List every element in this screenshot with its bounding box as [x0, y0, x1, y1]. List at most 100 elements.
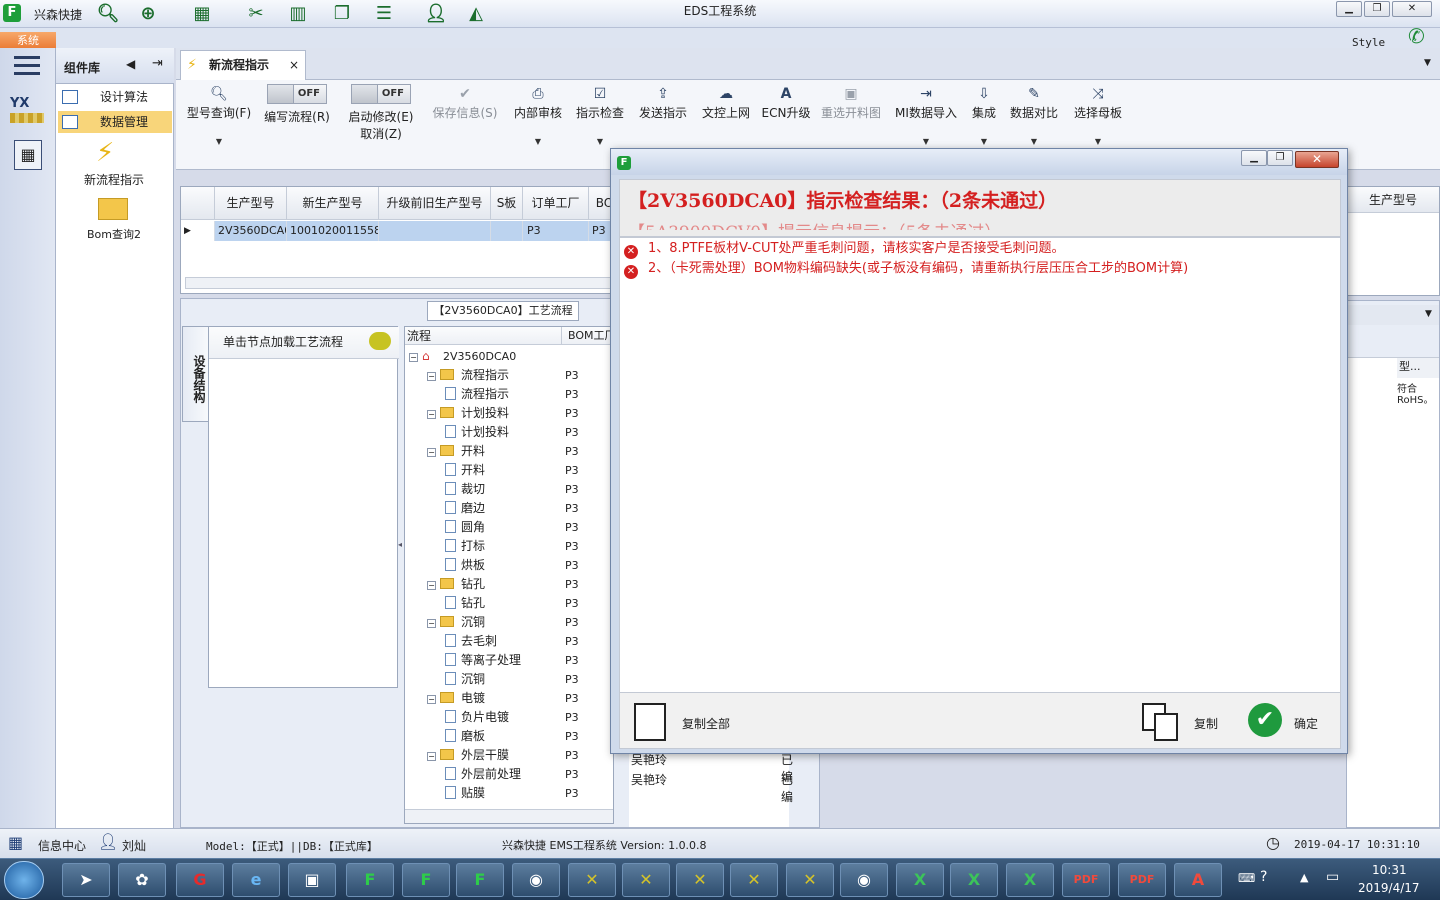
dialog-maximize-button[interactable]: ❐ — [1267, 150, 1293, 166]
ie-icon[interactable]: e — [232, 863, 280, 897]
new-flow-item[interactable]: 新流程指示 — [56, 171, 172, 188]
tree-node[interactable]: − 电镀 P3 — [405, 689, 613, 708]
taskbar-window-icon[interactable]: ✕ — [676, 863, 724, 897]
table-cell[interactable]: 2V3560DCA0 — [215, 221, 287, 241]
calendar-icon[interactable]: ▦ — [14, 140, 42, 170]
chevron-down-icon[interactable]: ▼ — [1425, 309, 1432, 319]
taskbar-window-icon[interactable]: ✕ — [730, 863, 778, 897]
ecn-upgrade-button[interactable]: A ECN升级 — [760, 84, 812, 158]
tabs-dropdown-icon[interactable]: ▼ — [1424, 58, 1431, 68]
tree-column-header[interactable]: BOM工厂 — [561, 327, 613, 345]
pdf-icon[interactable]: PDF — [1118, 863, 1166, 897]
internal-review-button[interactable]: ⎙ 内部审核 ▼ — [508, 84, 568, 158]
tree-node[interactable]: 等离子处理 P3 — [405, 651, 613, 670]
excel-icon[interactable]: X — [1006, 863, 1054, 897]
collapse-icon[interactable]: − — [427, 619, 436, 628]
tree-node[interactable]: 外层前处理 P3 — [405, 765, 613, 784]
table-cell[interactable] — [379, 221, 491, 241]
taskbar-app-icon[interactable]: F — [402, 863, 450, 897]
tab-new-flow[interactable]: ⚡ 新流程指示 × — [180, 50, 306, 81]
collapse-icon[interactable]: − — [427, 695, 436, 704]
collapse-icon[interactable]: − — [409, 353, 418, 362]
edit-flow-toggle[interactable]: OFF 编写流程(R) — [260, 84, 334, 158]
mi-import-button[interactable]: ⇥ MI数据导入 ▼ — [892, 84, 960, 158]
off-switch[interactable]: OFF — [267, 84, 327, 104]
tree-node[interactable]: 烘板 P3 — [405, 556, 613, 575]
device-structure-tab[interactable]: 设备结构 — [182, 326, 208, 422]
windows-start-icon[interactable] — [4, 861, 44, 899]
grid-header[interactable]: 生产型号 — [1347, 187, 1439, 213]
tree-column-header[interactable]: 流程 — [407, 327, 431, 345]
close-button[interactable]: ✕ — [1392, 1, 1432, 17]
grid-header[interactable]: 型... — [1397, 358, 1439, 378]
minimize-button[interactable]: ▁ — [1336, 1, 1362, 17]
select-motherboard-button[interactable]: ⤨ 选择母板 ▼ — [1068, 84, 1128, 158]
tree-node[interactable]: − 开料 P3 — [405, 442, 613, 461]
list-item[interactable]: ✕ 2、（卡死需处理）BOM物料编码缺失(或子板没有编码，请重新执行层压压合工步的… — [624, 258, 1188, 280]
save-info-button[interactable]: ✔ 保存信息(S) — [428, 84, 502, 158]
tree-node[interactable]: 开料 P3 — [405, 461, 613, 480]
table-cell[interactable]: 10010200115582 — [287, 221, 379, 241]
tree-node[interactable]: − ⌂ 2V3560DCA0 — [405, 347, 613, 366]
lightning-icon[interactable]: ⚡ — [96, 138, 114, 168]
taskbar-window-icon[interactable]: ✕ — [622, 863, 670, 897]
folder-icon[interactable] — [98, 198, 128, 220]
tray-arrow-icon[interactable]: ▲ — [1300, 871, 1308, 884]
tab-close-icon[interactable]: × — [289, 51, 299, 79]
tree-node[interactable]: − 流程指示 P3 — [405, 366, 613, 385]
taskbar-time[interactable]: 10:31 — [1372, 863, 1407, 877]
horizontal-scrollbar[interactable] — [405, 809, 613, 823]
tree-node[interactable]: − 钻孔 P3 — [405, 575, 613, 594]
windows-grid-icon[interactable]: ▦ — [8, 833, 23, 852]
tree-node[interactable]: 计划投料 P3 — [405, 423, 613, 442]
copy-button[interactable]: 复制 — [1140, 703, 1230, 741]
bom-query-item[interactable]: Bom查询2 — [56, 226, 172, 242]
grid-header[interactable]: S板 — [491, 187, 523, 220]
data-compare-button[interactable]: ✎ 数据对比 ▼ — [1008, 84, 1060, 158]
cancel-label[interactable]: 取消(Z) — [344, 125, 418, 142]
send-instruction-button[interactable]: ⇪ 发送指示 — [634, 84, 692, 158]
hamburger-menu-icon[interactable] — [14, 56, 40, 76]
collapse-icon[interactable]: − — [427, 448, 436, 457]
tree-node[interactable]: 沉铜 P3 — [405, 670, 613, 689]
taskbar-app-icon[interactable]: ◉ — [840, 863, 888, 897]
collapse-icon[interactable]: − — [427, 372, 436, 381]
table-cell[interactable]: P3 — [523, 221, 589, 241]
yx-factory-icon[interactable]: YX — [10, 96, 44, 128]
dialog-minimize-button[interactable]: ▁ — [1241, 150, 1267, 166]
taskbar-window-icon[interactable]: ✕ — [786, 863, 834, 897]
ok-button[interactable]: ✔ 确定 — [1246, 703, 1336, 739]
system-tab[interactable]: 系统 — [0, 32, 56, 49]
tree-node[interactable]: 打标 P3 — [405, 537, 613, 556]
save-icon[interactable]: ▣ — [288, 863, 336, 897]
start-modify-toggle[interactable]: OFF 启动修改(E) 取消(Z) — [344, 84, 418, 158]
taskbar-app-icon[interactable]: G — [176, 863, 224, 897]
phone-icon[interactable]: ✆ — [1408, 24, 1425, 48]
help-icon[interactable]: ? — [1260, 869, 1267, 885]
component-item-design[interactable]: 设计算法 — [58, 86, 172, 108]
network-icon[interactable]: ▭ — [1326, 869, 1339, 885]
tree-node[interactable]: 磨板 P3 — [405, 727, 613, 746]
tree-node[interactable]: 负片电镀 P3 — [405, 708, 613, 727]
table-cell[interactable] — [491, 221, 523, 241]
collapse-icon[interactable]: − — [427, 410, 436, 419]
model-query-button[interactable]: 🔍︎ 型号查询(F) ▼ — [182, 84, 256, 158]
taskbar-app-icon[interactable]: ◉ — [512, 863, 560, 897]
component-item-data[interactable]: 数据管理 — [58, 111, 172, 133]
tree-node[interactable]: 圆角 P3 — [405, 518, 613, 537]
tree-node[interactable]: 裁切 P3 — [405, 480, 613, 499]
collapse-left-icon[interactable]: ◀ — [126, 57, 135, 71]
dialog-close-button[interactable]: ✕ — [1295, 151, 1339, 168]
info-center-link[interactable]: 信息中心 — [38, 837, 86, 854]
tree-node[interactable]: − 外层干膜 P3 — [405, 746, 613, 765]
pdf-icon[interactable]: PDF — [1062, 863, 1110, 897]
off-switch[interactable]: OFF — [351, 84, 411, 104]
reselect-cut-button[interactable]: ▣ 重选开料图 — [818, 84, 884, 158]
tree-node[interactable]: 贴膜 P3 — [405, 784, 613, 803]
tree-node[interactable]: 去毛刺 P3 — [405, 632, 613, 651]
grid-header[interactable]: 订单工厂 — [523, 187, 589, 220]
taskbar-app-icon[interactable]: ➤ — [62, 863, 110, 897]
taskbar-app-icon[interactable]: F — [346, 863, 394, 897]
acrobat-icon[interactable]: A — [1174, 863, 1222, 897]
taskbar-app-icon[interactable]: ✿ — [118, 863, 166, 897]
